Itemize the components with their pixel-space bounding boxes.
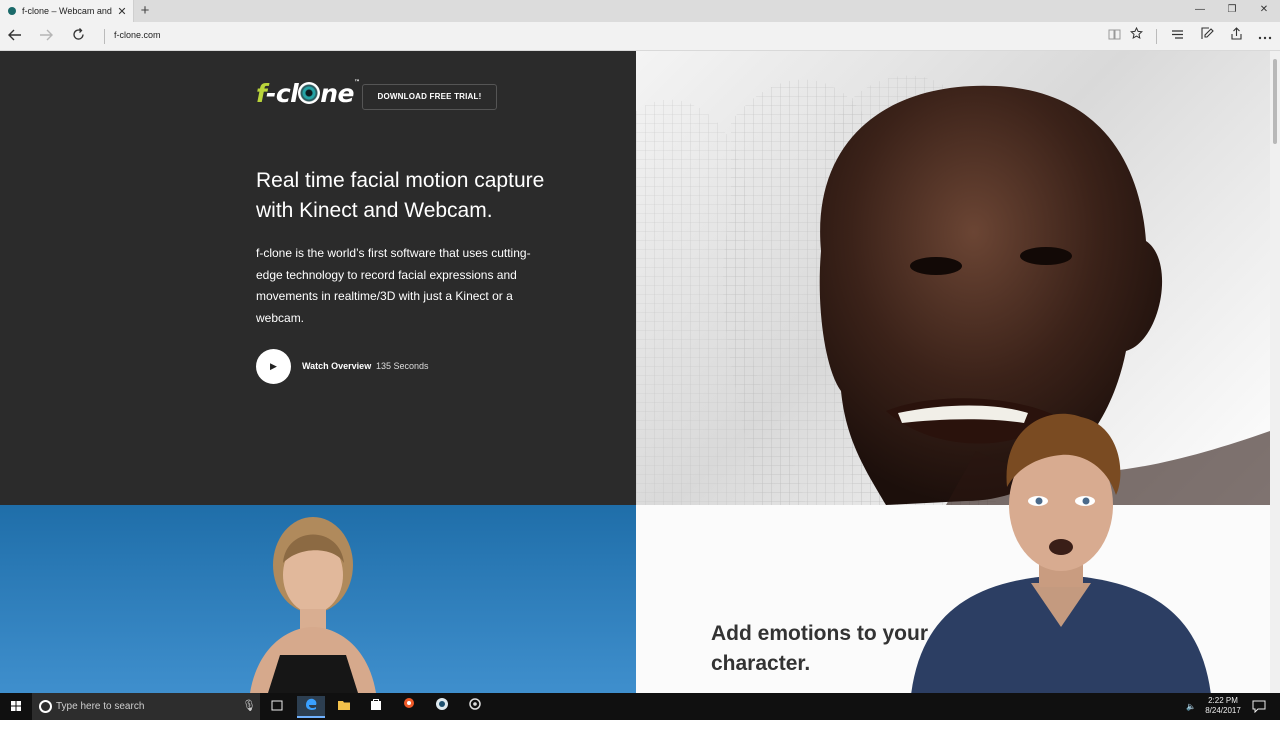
close-window-button[interactable]: ✕ xyxy=(1248,0,1280,22)
hero-description: f-clone is the world’s first software th… xyxy=(256,246,531,325)
share-button[interactable] xyxy=(1225,27,1247,45)
app-pin-icon xyxy=(404,698,414,708)
address-field[interactable]: f-clone.com xyxy=(114,30,161,40)
logo-f: f xyxy=(256,79,266,108)
window-controls: — ❐ ✕ xyxy=(1184,0,1280,22)
forward-button[interactable] xyxy=(35,27,57,45)
favicon-icon xyxy=(8,7,16,15)
taskbar-search-box[interactable]: Type here to search 🎙 xyxy=(32,693,260,720)
hero-headline: Real time facial motion capture with Kin… xyxy=(256,169,545,222)
f-clone-eye-icon xyxy=(436,698,448,710)
store-bag-icon xyxy=(371,699,381,710)
hero-panel: f-cl ne™ DOWNLOAD FREE TRIAL! Real time f… xyxy=(0,51,636,505)
refresh-button[interactable] xyxy=(67,27,89,45)
tab-bar: f-clone – Webcam and I ✕ + — ❐ ✕ xyxy=(0,0,1280,22)
reading-view-button[interactable] xyxy=(1103,27,1125,45)
pen-icon xyxy=(1200,27,1214,39)
f-clone-app-button[interactable] xyxy=(428,696,456,718)
f-clone-logo[interactable]: f-cl ne™ xyxy=(256,79,360,108)
action-center-button[interactable] xyxy=(1252,699,1266,726)
favorite-button[interactable] xyxy=(1125,26,1147,45)
notification-icon xyxy=(1252,700,1266,714)
browser-tab[interactable]: f-clone – Webcam and I ✕ xyxy=(0,0,134,22)
sky-section xyxy=(0,505,636,693)
back-arrow-icon xyxy=(8,29,21,41)
watch-overview-link[interactable]: Watch Overview xyxy=(302,361,371,371)
tab-title: f-clone – Webcam and I xyxy=(22,6,115,16)
hub-button[interactable] xyxy=(1166,27,1188,45)
new-tab-button[interactable]: + xyxy=(138,3,152,19)
video-duration: 135 Seconds xyxy=(376,361,429,371)
scrollbar-thumb[interactable] xyxy=(1273,59,1277,144)
web-note-button[interactable] xyxy=(1196,27,1218,45)
folder-icon xyxy=(338,701,350,710)
windows-logo-icon xyxy=(11,701,21,711)
book-icon xyxy=(1108,29,1120,40)
toolbar-separator xyxy=(1156,29,1157,44)
volume-icon[interactable]: 🔈 xyxy=(1186,702,1196,729)
refresh-icon xyxy=(72,28,84,40)
edge-icon xyxy=(306,698,317,710)
search-placeholder: Type here to search xyxy=(56,701,145,712)
orange-app-button[interactable] xyxy=(395,696,423,718)
logo-cl: -cl xyxy=(265,79,299,108)
emotions-section: Add emotions to your character. xyxy=(636,413,1270,693)
logo-tm: ™ xyxy=(353,79,360,86)
hub-icon xyxy=(1171,30,1183,39)
logo-eye-icon xyxy=(298,82,321,104)
male-avatar-overlay-image xyxy=(911,413,1211,693)
address-separator xyxy=(104,29,105,44)
store-button[interactable] xyxy=(362,696,390,718)
logo-ne: ne xyxy=(320,79,354,108)
gear-icon xyxy=(469,698,481,710)
system-clock[interactable]: 2:22 PM 8/24/2017 xyxy=(1200,696,1246,716)
web-page: f-cl ne™ DOWNLOAD FREE TRIAL! Real time f… xyxy=(0,51,1270,693)
minimize-button[interactable]: — xyxy=(1184,0,1216,22)
star-icon xyxy=(1129,26,1143,39)
back-button[interactable] xyxy=(4,27,26,45)
more-button[interactable] xyxy=(1254,27,1276,45)
download-free-trial-button[interactable]: DOWNLOAD FREE TRIAL! xyxy=(362,84,497,110)
task-view-icon xyxy=(271,700,283,711)
microphone-icon[interactable]: 🎙 xyxy=(242,699,256,712)
file-explorer-button[interactable] xyxy=(330,696,358,718)
female-avatar-image xyxy=(250,517,376,693)
settings-app-button[interactable] xyxy=(461,696,489,718)
page-scrollbar[interactable] xyxy=(1270,51,1280,693)
address-bar-row: f-clone.com xyxy=(0,22,1280,51)
cortana-icon xyxy=(39,700,52,713)
share-icon xyxy=(1230,27,1242,40)
restore-button[interactable]: ❐ xyxy=(1216,0,1248,22)
play-video-button[interactable]: ▶ xyxy=(256,349,291,384)
close-tab-icon[interactable]: ✕ xyxy=(115,5,129,18)
forward-arrow-icon xyxy=(40,29,53,41)
windows-taskbar: Type here to search 🎙 🔈 2:22 PM 8/24/201… xyxy=(0,693,1280,720)
clock-date: 8/24/2017 xyxy=(1205,706,1241,715)
clock-time: 2:22 PM xyxy=(1208,696,1238,705)
edge-taskbar-button[interactable] xyxy=(297,696,325,718)
ellipsis-icon xyxy=(1258,36,1272,40)
start-button[interactable] xyxy=(0,693,32,720)
task-view-button[interactable] xyxy=(263,696,291,718)
